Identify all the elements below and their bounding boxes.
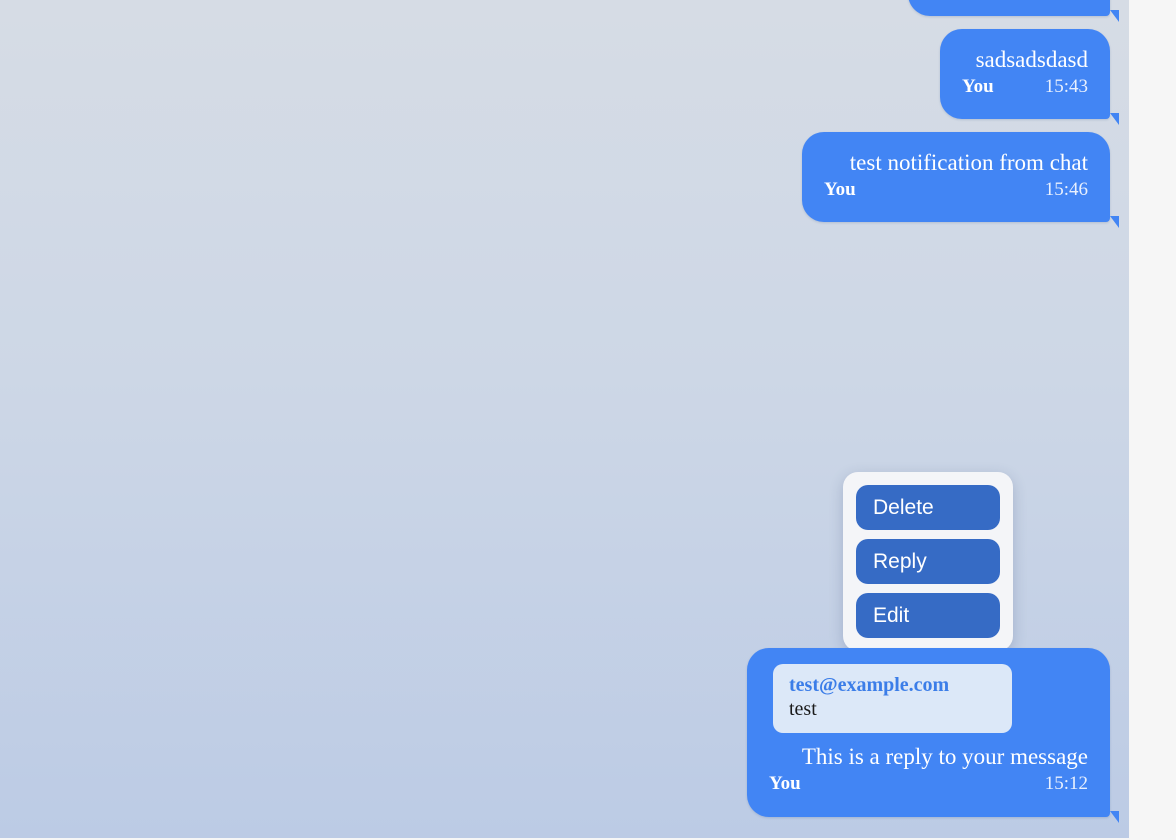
delete-button[interactable]: Delete	[856, 485, 1000, 530]
quote-text: test	[789, 698, 817, 720]
quote-author: test@example.com	[789, 674, 950, 696]
bubble-tail	[1110, 811, 1119, 823]
reply-quote[interactable]: test@example.com test	[773, 664, 1012, 733]
message-time: 15:46	[1044, 179, 1088, 200]
message-context-menu: Delete Reply Edit	[843, 472, 1013, 661]
message-bubble[interactable]: sadsadsdasd You 15:43	[940, 29, 1119, 125]
message-text: sadsadsdasd	[975, 47, 1088, 72]
message-bubble[interactable]	[908, 0, 1119, 22]
message-time: 15:43	[1044, 76, 1088, 97]
message-text: This is a reply to your message	[801, 744, 1088, 769]
right-gutter	[1129, 0, 1176, 840]
message-bubble[interactable]: test notification from chat You 15:46	[802, 132, 1119, 228]
message-time: 15:12	[1044, 773, 1088, 794]
edit-button[interactable]: Edit	[856, 593, 1000, 638]
bubble-tail	[1110, 113, 1119, 125]
chat-window: sadsadsdasd You 15:43 test notification …	[0, 0, 1176, 840]
bubble-tail	[1110, 10, 1119, 22]
message-sender: You	[962, 76, 994, 97]
message-meta: You 15:46	[824, 179, 1088, 201]
reply-button[interactable]: Reply	[856, 539, 1000, 584]
message-sender: You	[824, 179, 856, 200]
bubble-tail	[1110, 216, 1119, 228]
message-meta: You 15:43	[962, 76, 1088, 98]
message-meta: You 15:12	[769, 773, 1088, 795]
message-bubble-selected[interactable]: test@example.com test This is a reply to…	[747, 648, 1119, 823]
message-text: test notification from chat	[849, 150, 1088, 175]
message-list[interactable]: sadsadsdasd You 15:43 test notification …	[0, 0, 1129, 838]
message-sender: You	[769, 773, 801, 794]
